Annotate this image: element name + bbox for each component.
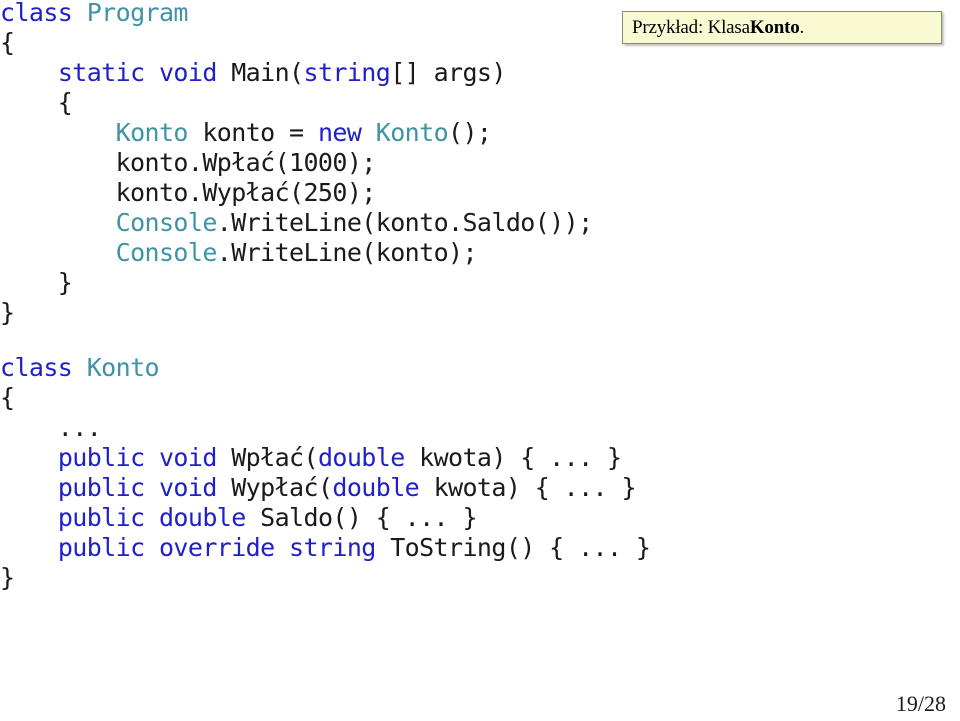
code-token: .WriteLine(konto); — [216, 238, 478, 267]
code-line: Console.WriteLine(konto); — [0, 238, 593, 268]
code-token: kwota) { ... } — [419, 473, 637, 502]
code-token: Wpłać( — [231, 443, 318, 472]
code-token: ToString() { ... } — [390, 533, 651, 562]
code-line: konto.Wypłać(250); — [0, 178, 593, 208]
code-line: { — [0, 383, 650, 413]
code-token: Program — [86, 0, 189, 27]
callout-emphasis: Konto — [749, 16, 800, 38]
code-token: public void — [57, 443, 232, 472]
code-token: Console — [115, 238, 218, 267]
code-line: { — [0, 88, 593, 118]
code-line: } — [0, 298, 593, 328]
code-line: public void Wypłać(double kwota) { ... } — [0, 473, 650, 503]
slide-canvas: Przykład: Klasa Konto. class Program{ st… — [0, 0, 960, 721]
page-number: 19/28 — [895, 691, 946, 716]
code-line: class Program — [0, 0, 593, 28]
code-token: Wypłać( — [231, 473, 333, 502]
code-token: } — [0, 298, 15, 327]
code-token: kwota) { ... } — [404, 443, 622, 472]
code-token: { — [0, 28, 15, 57]
code-token: konto = — [187, 118, 318, 147]
code-line: ... — [0, 413, 650, 443]
code-token: } — [0, 563, 15, 592]
code-token: Konto — [86, 353, 160, 382]
code-token: Konto — [375, 118, 449, 147]
code-token: public override string — [57, 533, 391, 562]
program-class-listing: class Program{ static void Main(string[]… — [0, 0, 593, 328]
code-token: { — [0, 88, 73, 117]
przyklad-callout: Przykład: Klasa Konto. — [622, 11, 942, 44]
code-line: { — [0, 28, 593, 58]
code-token: class — [0, 0, 87, 27]
code-line: class Konto — [0, 353, 650, 383]
code-line: public void Wpłać(double kwota) { ... } — [0, 443, 650, 473]
konto-class-listing: class Konto{ ... public void Wpłać(doubl… — [0, 353, 651, 593]
code-token: public double — [57, 503, 261, 532]
code-line: public override string ToString() { ... … — [0, 533, 651, 563]
code-token: class — [0, 353, 87, 382]
code-line: public double Saldo() { ... } — [0, 503, 650, 533]
code-line: Konto konto = new Konto(); — [0, 118, 593, 148]
code-line: static void Main(string[] args) — [0, 58, 593, 88]
code-token: Konto — [115, 118, 189, 147]
code-line: } — [0, 563, 650, 593]
code-token: double — [317, 443, 405, 472]
code-token: static void — [57, 58, 232, 87]
callout-suffix: . — [799, 16, 805, 38]
code-token: } — [0, 268, 73, 297]
code-token: .WriteLine(konto.Saldo()); — [216, 208, 593, 237]
callout-prefix: Przykład: Klasa — [632, 16, 750, 38]
code-token: konto.Wypłać(250); — [0, 178, 377, 207]
code-token: public void — [57, 473, 232, 502]
code-token: string — [303, 58, 391, 87]
code-token: { — [0, 383, 15, 412]
code-token: Main( — [231, 58, 304, 87]
code-token: [] args) — [390, 58, 506, 87]
code-token: new — [317, 118, 376, 147]
code-token: Console — [115, 208, 218, 237]
code-token: double — [332, 473, 420, 502]
code-token: Saldo() { ... } — [260, 503, 477, 532]
code-token: konto.Wpłać(1000); — [0, 148, 377, 177]
code-line: Console.WriteLine(konto.Saldo()); — [0, 208, 594, 238]
code-line: } — [0, 268, 593, 298]
code-token: (); — [448, 118, 492, 147]
code-line: konto.Wpłać(1000); — [0, 148, 593, 178]
code-token: ... — [0, 413, 102, 442]
